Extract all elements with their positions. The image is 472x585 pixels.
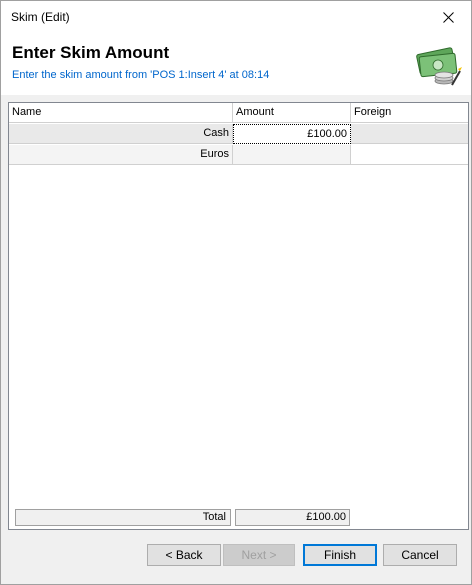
column-header-name[interactable]: Name: [9, 103, 233, 123]
table-row[interactable]: Cash £100.00: [9, 124, 468, 144]
total-value: £100.00: [235, 509, 350, 526]
title-bar: Skim (Edit): [1, 1, 471, 33]
column-header-foreign[interactable]: Foreign: [351, 103, 468, 123]
cell-name: Cash: [9, 124, 233, 144]
table-row[interactable]: Euros: [9, 145, 468, 165]
cell-foreign[interactable]: [351, 145, 468, 165]
cell-amount[interactable]: £100.00: [233, 124, 351, 144]
close-button[interactable]: [425, 1, 471, 33]
wizard-header: Enter Skim Amount Enter the skim amount …: [1, 33, 471, 95]
skim-grid-panel: Name Amount Foreign Cash £100.00 Euros T…: [8, 102, 469, 530]
cell-amount[interactable]: [233, 145, 351, 165]
back-button[interactable]: < Back: [147, 544, 221, 566]
cell-foreign[interactable]: [351, 124, 468, 144]
grid-header-row: Name Amount Foreign: [9, 103, 468, 123]
total-label: Total: [15, 509, 231, 526]
column-header-amount[interactable]: Amount: [233, 103, 351, 123]
totals-row: Total £100.00: [15, 509, 350, 526]
window-title: Skim (Edit): [11, 10, 70, 24]
page-subtitle: Enter the skim amount from 'POS 1:Insert…: [12, 69, 270, 81]
finish-button[interactable]: Finish: [303, 544, 377, 566]
skim-dialog: Skim (Edit) Enter Skim Amount Enter the …: [0, 0, 472, 585]
money-cash-icon: [416, 47, 462, 86]
close-icon: [442, 11, 454, 23]
cell-name: Euros: [9, 145, 233, 165]
cancel-button[interactable]: Cancel: [383, 544, 457, 566]
page-title: Enter Skim Amount: [12, 43, 170, 62]
next-button[interactable]: Next >: [223, 544, 295, 566]
